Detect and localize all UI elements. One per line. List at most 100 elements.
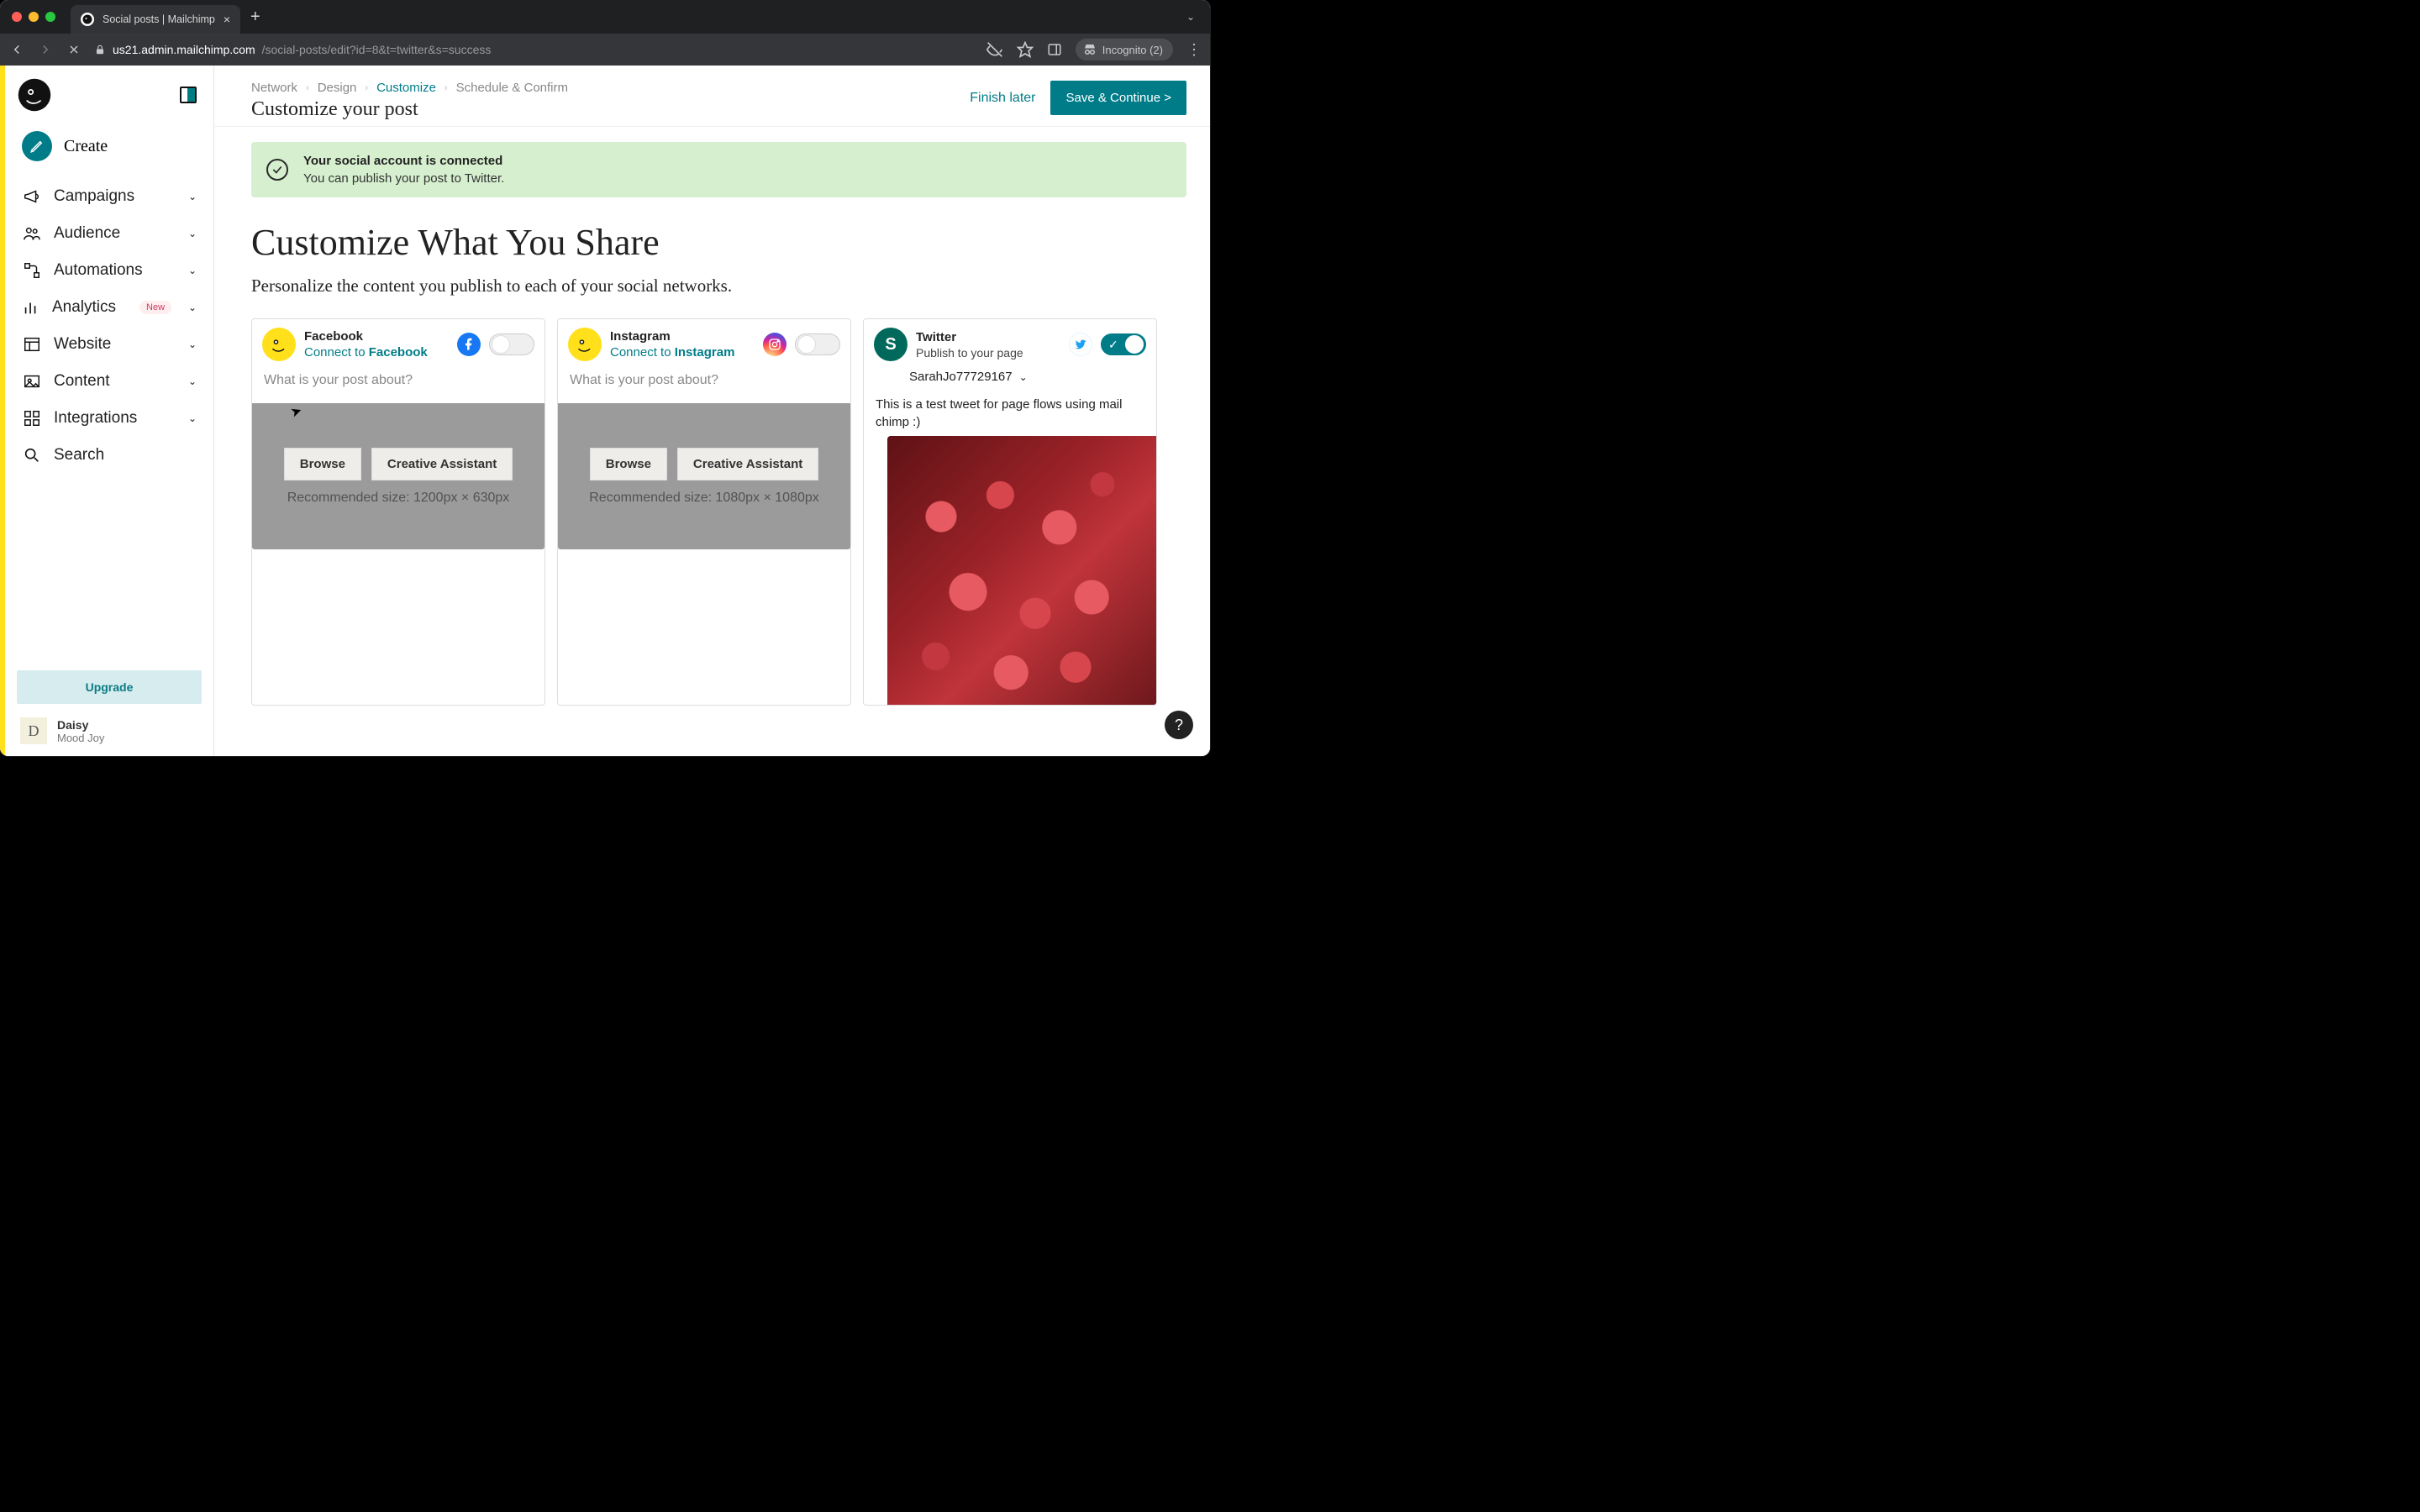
url-field[interactable]: us21.admin.mailchimp.com/social-posts/ed… bbox=[94, 43, 975, 56]
avatar: D bbox=[20, 717, 47, 744]
breadcrumb-step-active[interactable]: Customize bbox=[376, 81, 436, 95]
finish-later-link[interactable]: Finish later bbox=[970, 91, 1035, 106]
account-avatar: S bbox=[874, 328, 908, 361]
sidebar: Create Campaigns ⌄ Audience ⌄ Automation… bbox=[5, 66, 213, 756]
address-bar: us21.admin.mailchimp.com/social-posts/ed… bbox=[0, 34, 1210, 66]
sidebar-item-audience[interactable]: Audience ⌄ bbox=[5, 215, 213, 252]
card-title: Facebook bbox=[304, 329, 449, 344]
account-avatar bbox=[568, 328, 602, 361]
facebook-toggle[interactable] bbox=[489, 333, 534, 355]
instagram-card: Instagram Connect to Instagram What is y… bbox=[557, 318, 851, 706]
incognito-label: Incognito (2) bbox=[1102, 44, 1163, 56]
sidebar-item-integrations[interactable]: Integrations ⌄ bbox=[5, 400, 213, 437]
close-tab-icon[interactable]: × bbox=[224, 13, 230, 26]
facebook-image-zone: Browse Creative Assistant Recommended si… bbox=[252, 403, 544, 549]
breadcrumb: Network › Design › Customize › Schedule … bbox=[251, 81, 568, 95]
bar-chart-icon bbox=[22, 298, 40, 317]
success-banner: Your social account is connected You can… bbox=[251, 142, 1186, 197]
sidebar-item-search[interactable]: Search bbox=[5, 437, 213, 474]
chevron-down-icon: ⌄ bbox=[188, 265, 197, 276]
mailchimp-logo[interactable] bbox=[17, 77, 52, 113]
card-title: Twitter bbox=[916, 330, 1060, 344]
incognito-badge[interactable]: Incognito (2) bbox=[1076, 39, 1173, 60]
minimize-window-button[interactable] bbox=[29, 12, 39, 22]
stop-reload-button[interactable] bbox=[66, 43, 82, 56]
chevron-down-icon: ⌄ bbox=[188, 339, 197, 350]
breadcrumb-step[interactable]: Design bbox=[318, 81, 357, 95]
chevron-down-icon: ⌄ bbox=[188, 228, 197, 239]
sidebar-item-automations[interactable]: Automations ⌄ bbox=[5, 252, 213, 289]
side-panel-icon[interactable] bbox=[1047, 42, 1062, 57]
card-subtitle: Publish to your page bbox=[916, 346, 1060, 360]
breadcrumb-step[interactable]: Network bbox=[251, 81, 297, 95]
profile-name: Daisy bbox=[57, 718, 104, 732]
instagram-post-input[interactable]: What is your post about? bbox=[558, 366, 850, 403]
browser-tab[interactable]: Social posts | Mailchimp × bbox=[71, 5, 240, 34]
chevron-down-icon: ⌄ bbox=[188, 375, 197, 387]
recommended-size: Recommended size: 1080px × 1080px bbox=[589, 491, 819, 506]
twitter-icon bbox=[1069, 333, 1092, 356]
recommended-size: Recommended size: 1200px × 630px bbox=[287, 491, 510, 506]
chevron-down-icon: ⌄ bbox=[188, 191, 197, 202]
close-window-button[interactable] bbox=[12, 12, 22, 22]
sidebar-item-campaigns[interactable]: Campaigns ⌄ bbox=[5, 178, 213, 215]
twitter-attached-image[interactable] bbox=[887, 436, 1156, 705]
facebook-post-input[interactable]: What is your post about? bbox=[252, 366, 544, 403]
chevron-down-icon: ⌄ bbox=[188, 302, 197, 313]
twitter-toggle[interactable]: ✓ bbox=[1101, 333, 1146, 355]
eye-off-icon[interactable] bbox=[986, 41, 1003, 58]
sidebar-item-analytics[interactable]: Analytics New ⌄ bbox=[5, 289, 213, 326]
browse-button[interactable]: Browse bbox=[590, 448, 667, 480]
facebook-icon bbox=[457, 333, 481, 356]
new-badge: New bbox=[139, 301, 171, 314]
sidebar-item-website[interactable]: Website ⌄ bbox=[5, 326, 213, 363]
new-tab-button[interactable]: + bbox=[250, 8, 260, 27]
twitter-handle-select[interactable]: SarahJo77729167 ⌄ bbox=[864, 366, 1156, 389]
sidebar-item-label: Website bbox=[54, 335, 111, 354]
nav-forward-button[interactable] bbox=[37, 42, 54, 57]
check-circle-icon bbox=[266, 159, 288, 181]
sidebar-item-content[interactable]: Content ⌄ bbox=[5, 363, 213, 400]
create-button[interactable]: Create bbox=[5, 124, 213, 168]
connect-link[interactable]: Connect to Facebook bbox=[304, 345, 449, 360]
connect-link[interactable]: Connect to Instagram bbox=[610, 345, 755, 360]
sidebar-item-label: Analytics bbox=[52, 298, 116, 317]
page-lede: Personalize the content you publish to e… bbox=[251, 276, 1186, 297]
fullscreen-window-button[interactable] bbox=[45, 12, 55, 22]
tab-favicon bbox=[81, 13, 94, 26]
nav-back-button[interactable] bbox=[8, 42, 25, 57]
help-button[interactable]: ? bbox=[1165, 711, 1193, 739]
banner-message: You can publish your post to Twitter. bbox=[303, 171, 504, 186]
creative-assistant-button[interactable]: Creative Assistant bbox=[677, 448, 818, 480]
tabs-overflow-icon[interactable]: ⌄ bbox=[1186, 11, 1195, 23]
incognito-icon bbox=[1082, 42, 1097, 57]
sidebar-item-label: Content bbox=[54, 372, 110, 391]
twitter-post-text[interactable]: This is a test tweet for page flows usin… bbox=[864, 389, 1156, 436]
sidebar-item-label: Automations bbox=[54, 261, 143, 280]
profile-block[interactable]: D Daisy Mood Joy bbox=[5, 717, 213, 756]
upgrade-button[interactable]: Upgrade bbox=[17, 670, 202, 704]
browser-menu-icon[interactable]: ⋮ bbox=[1186, 41, 1202, 59]
browse-button[interactable]: Browse bbox=[284, 448, 361, 480]
save-continue-button[interactable]: Save & Continue > bbox=[1050, 81, 1186, 115]
banner-title: Your social account is connected bbox=[303, 154, 504, 168]
sidebar-item-label: Audience bbox=[54, 224, 120, 243]
instagram-icon bbox=[763, 333, 786, 356]
instagram-toggle[interactable] bbox=[795, 333, 840, 355]
account-avatar bbox=[262, 328, 296, 361]
chevron-right-icon: › bbox=[306, 83, 309, 93]
sidebar-item-label: Search bbox=[54, 446, 104, 465]
profile-subtitle: Mood Joy bbox=[57, 732, 104, 744]
card-title: Instagram bbox=[610, 329, 755, 344]
grid-icon bbox=[22, 409, 42, 428]
people-icon bbox=[22, 224, 42, 243]
breadcrumb-step[interactable]: Schedule & Confirm bbox=[456, 81, 568, 95]
bookmark-star-icon[interactable] bbox=[1017, 41, 1034, 58]
pencil-icon bbox=[22, 131, 52, 161]
workflow-icon bbox=[22, 261, 42, 280]
layout-icon bbox=[22, 335, 42, 354]
collapse-sidebar-icon[interactable] bbox=[180, 87, 197, 103]
creative-assistant-button[interactable]: Creative Assistant bbox=[371, 448, 513, 480]
megaphone-icon bbox=[22, 187, 42, 206]
window-titlebar: Social posts | Mailchimp × + ⌄ bbox=[0, 0, 1210, 34]
